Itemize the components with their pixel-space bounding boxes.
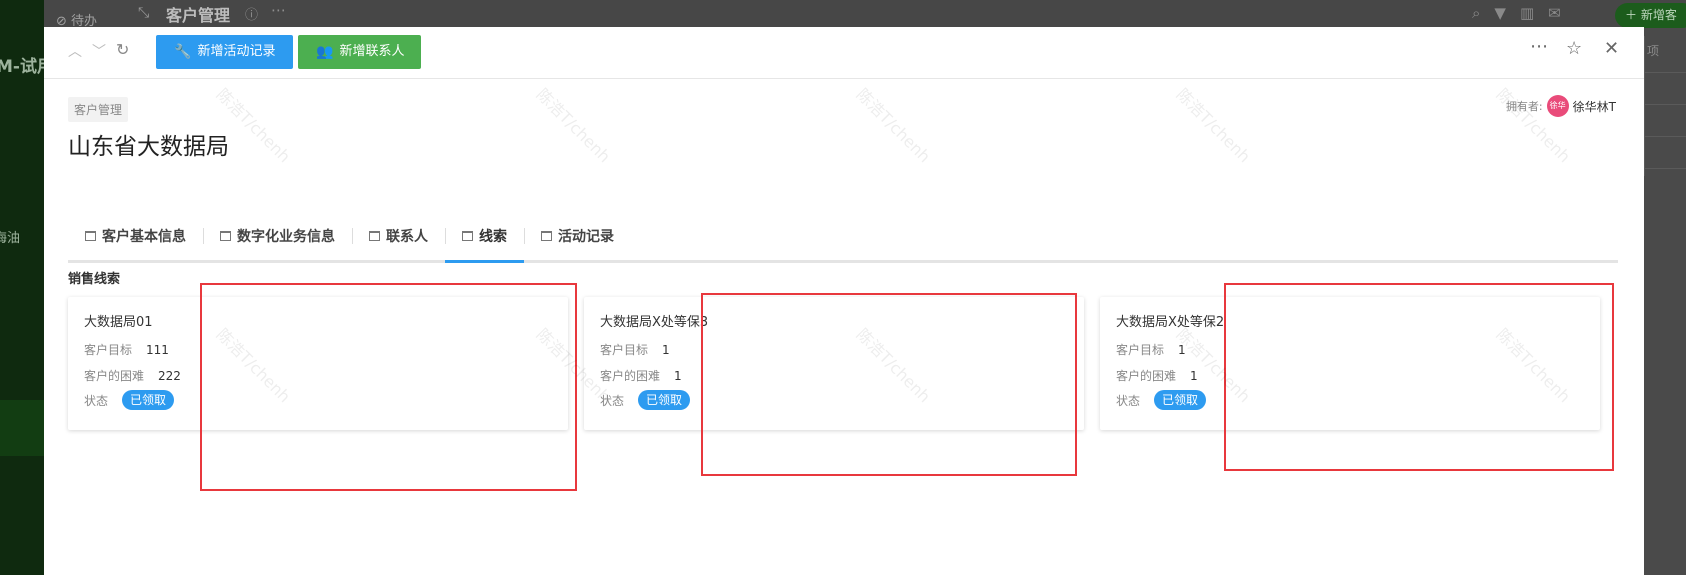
section-title: 销售线索 (68, 272, 121, 287)
detail-tabs: 客户基本信息 数字化业务信息 联系人 线索 活动记录 (68, 211, 1618, 263)
add-contact-label: 新增联系人 (339, 44, 405, 59)
window-icon (85, 230, 96, 241)
page-title: 山东省大数据局 (68, 134, 229, 160)
collapse-icon: ⤡ (138, 5, 150, 21)
lead-target-row: 客户目标 1 (600, 341, 670, 358)
field-value: 1 (662, 342, 670, 357)
field-label: 客户目标 (84, 343, 133, 357)
bg-toolbar-icons: ⌕ ▼ ▥ ✉ (1472, 4, 1561, 22)
lead-status-row: 状态 已领取 (84, 390, 175, 410)
field-value: 222 (158, 368, 181, 383)
tab-digital-business[interactable]: 数字化业务信息 (203, 211, 352, 260)
tab-label: 线索 (479, 228, 507, 245)
breadcrumb[interactable]: 客户管理 (68, 97, 129, 122)
field-value: 111 (146, 342, 169, 357)
lead-status-row: 状态 已领取 (1116, 390, 1207, 410)
field-value: 1 (674, 368, 682, 383)
annotation-box (701, 293, 1077, 476)
bg-divider (1644, 168, 1686, 169)
bg-sidebar-active-band (0, 400, 44, 456)
bg-sidebar (0, 0, 44, 575)
field-label: 客户目标 (1116, 343, 1165, 357)
star-icon[interactable]: ☆ (1566, 38, 1582, 59)
lead-difficulty-row: 客户的困难 1 (600, 367, 682, 384)
bg-more-icon: ⋯ (271, 1, 286, 19)
add-contact-button[interactable]: 👥 新增联系人 (298, 35, 421, 69)
field-label: 客户目标 (600, 343, 649, 357)
wrench-icon: 🔧 (174, 44, 192, 60)
modal-header: ︿ ﹀ ↻ 🔧 新增活动记录 👥 新增联系人 ⋯ ☆ ✕ (44, 27, 1644, 79)
chevron-up-icon[interactable]: ︿ (68, 41, 82, 61)
tab-activity-records[interactable]: 活动记录 (524, 211, 631, 260)
filter-icon: ▼ (1494, 4, 1506, 22)
mail-icon: ✉ (1548, 4, 1561, 22)
bg-right-panel-text: 项 (1647, 44, 1660, 58)
bg-divider (1644, 136, 1686, 137)
tab-label: 数字化业务信息 (237, 228, 335, 245)
annotation-box (200, 283, 577, 491)
window-icon (541, 230, 552, 241)
lead-difficulty-row: 客户的困难 222 (84, 367, 181, 384)
close-icon[interactable]: ✕ (1604, 38, 1619, 59)
tab-leads[interactable]: 线索 (445, 211, 524, 263)
status-badge: 已领取 (122, 390, 175, 410)
chart-icon: ▥ (1519, 4, 1535, 22)
tab-label: 活动记录 (558, 228, 614, 245)
chevron-down-icon[interactable]: ﹀ (92, 41, 106, 61)
status-badge: 已领取 (1154, 390, 1207, 410)
bg-add-button: ＋ 新增客 (1615, 3, 1686, 28)
field-label: 状态 (84, 393, 109, 408)
search-icon: ⌕ (1472, 4, 1481, 22)
field-label: 客户的困难 (1116, 369, 1177, 383)
lead-title[interactable]: 大数据局X处等保2 (1116, 311, 1224, 330)
window-icon (369, 230, 380, 241)
lead-target-row: 客户目标 111 (84, 341, 169, 358)
owner-name[interactable]: 徐华林T (1573, 98, 1616, 115)
status-badge: 已领取 (638, 390, 691, 410)
bg-sidebar-item: 海油 (0, 231, 21, 246)
avatar[interactable]: 徐华 (1546, 95, 1569, 117)
customer-detail-modal: ︿ ﹀ ↻ 🔧 新增活动记录 👥 新增联系人 ⋯ ☆ ✕ 客户管理 拥有者: 徐… (44, 27, 1644, 575)
lead-target-row: 客户目标 1 (1116, 341, 1186, 358)
field-label: 客户的困难 (84, 369, 145, 383)
bg-divider (1644, 104, 1686, 105)
bg-page-title: 客户管理 (166, 6, 231, 25)
tab-contacts[interactable]: 联系人 (352, 211, 445, 260)
watermark: 陈浩T/chenh (852, 84, 935, 167)
users-icon: 👥 (316, 44, 334, 60)
lead-difficulty-row: 客户的困难 1 (1116, 367, 1198, 384)
lead-title[interactable]: 大数据局01 (84, 311, 153, 330)
add-activity-record-label: 新增活动记录 (197, 44, 276, 59)
watermark: 陈浩T/chenh (532, 84, 615, 167)
bg-divider (1644, 72, 1686, 73)
field-label: 状态 (1116, 393, 1141, 408)
tab-label: 客户基本信息 (102, 228, 186, 245)
bg-topbar (44, 0, 1686, 27)
window-icon (220, 230, 231, 241)
tab-basic-info[interactable]: 客户基本信息 (68, 211, 203, 260)
field-value: 1 (1190, 368, 1198, 383)
watermark: 陈浩T/chenh (1172, 84, 1255, 167)
tab-label: 联系人 (386, 228, 428, 245)
refresh-icon[interactable]: ↻ (116, 40, 129, 59)
add-activity-record-button[interactable]: 🔧 新增活动记录 (156, 35, 293, 69)
more-icon[interactable]: ⋯ (1530, 36, 1548, 57)
info-icon: ⓘ (245, 8, 259, 23)
window-icon (462, 230, 473, 241)
lead-title[interactable]: 大数据局X处等保3 (600, 311, 708, 330)
